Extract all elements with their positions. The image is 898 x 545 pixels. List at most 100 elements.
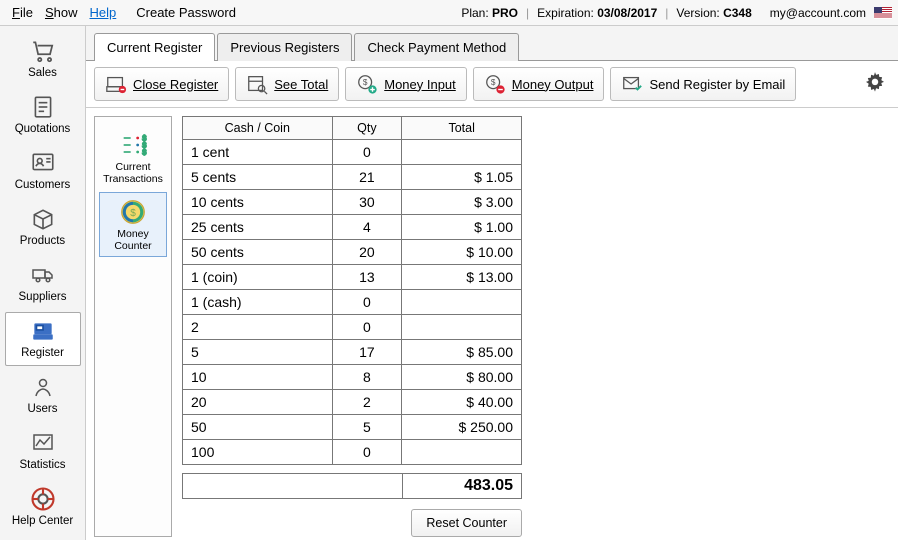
cash-qty[interactable]: 0 bbox=[332, 290, 402, 315]
cash-total: $ 13.00 bbox=[402, 265, 522, 290]
cash-name: 1 cent bbox=[183, 140, 333, 165]
cash-total: $ 10.00 bbox=[402, 240, 522, 265]
toolbar: Close Register See Total $ Money Input $… bbox=[86, 61, 898, 108]
nav-statistics[interactable]: Statistics bbox=[5, 424, 81, 478]
register-close-icon bbox=[105, 73, 127, 95]
svg-text:$: $ bbox=[142, 149, 146, 156]
svg-text:$: $ bbox=[130, 208, 136, 219]
document-icon bbox=[26, 93, 60, 121]
table-row[interactable]: 1 (coin)13$ 13.00 bbox=[183, 265, 522, 290]
cash-total: $ 1.05 bbox=[402, 165, 522, 190]
cash-qty[interactable]: 5 bbox=[332, 415, 402, 440]
svg-text:$: $ bbox=[142, 135, 146, 142]
register-icon bbox=[26, 317, 60, 345]
menu-show[interactable]: Show bbox=[39, 3, 84, 22]
col-qty[interactable]: Qty bbox=[332, 117, 402, 140]
chart-icon bbox=[26, 429, 60, 457]
cash-qty[interactable]: 2 bbox=[332, 390, 402, 415]
tab-check-payment-method[interactable]: Check Payment Method bbox=[354, 33, 519, 61]
nav-register[interactable]: Register bbox=[5, 312, 81, 366]
money-output-button[interactable]: $ Money Output bbox=[473, 67, 605, 101]
reset-counter-button[interactable]: Reset Counter bbox=[411, 509, 522, 537]
table-row[interactable]: 1000 bbox=[183, 440, 522, 465]
nav-customers[interactable]: Customers bbox=[5, 144, 81, 198]
cash-qty[interactable]: 13 bbox=[332, 265, 402, 290]
table-row[interactable]: 50 cents20$ 10.00 bbox=[183, 240, 522, 265]
menu-file[interactable]: File bbox=[6, 3, 39, 22]
nav-help-center[interactable]: Help Center bbox=[5, 480, 81, 534]
expiration-label: Expiration: 03/08/2017 bbox=[537, 6, 657, 20]
cash-name: 10 bbox=[183, 365, 333, 390]
nav-sales[interactable]: Sales bbox=[5, 32, 81, 86]
nav-users[interactable]: Users bbox=[5, 368, 81, 422]
nav-quotations[interactable]: Quotations bbox=[5, 88, 81, 142]
money-counter-icon: $ bbox=[114, 197, 152, 227]
mail-check-icon bbox=[621, 73, 643, 95]
menu-help[interactable]: Help bbox=[84, 3, 123, 22]
money-counter-table: Cash / Coin Qty Total 1 cent05 cents21$ … bbox=[182, 116, 522, 465]
cash-qty[interactable]: 30 bbox=[332, 190, 402, 215]
cash-total bbox=[402, 140, 522, 165]
table-row[interactable]: 1 (cash)0 bbox=[183, 290, 522, 315]
money-plus-icon: $ bbox=[356, 73, 378, 95]
plan-label: Plan: PRO bbox=[461, 6, 518, 20]
table-row[interactable]: 20 bbox=[183, 315, 522, 340]
cash-total: $ 40.00 bbox=[402, 390, 522, 415]
table-row[interactable]: 505$ 250.00 bbox=[183, 415, 522, 440]
tab-bar: Current Register Previous Registers Chec… bbox=[86, 26, 898, 61]
cash-qty[interactable]: 8 bbox=[332, 365, 402, 390]
side-nav: Sales Quotations Customers Products Supp… bbox=[0, 26, 86, 540]
cash-qty[interactable]: 17 bbox=[332, 340, 402, 365]
table-row[interactable]: 108$ 80.00 bbox=[183, 365, 522, 390]
money-input-button[interactable]: $ Money Input bbox=[345, 67, 467, 101]
cash-name: 5 cents bbox=[183, 165, 333, 190]
table-row[interactable]: 5 cents21$ 1.05 bbox=[183, 165, 522, 190]
transactions-icon: $$$ bbox=[114, 130, 152, 160]
close-register-button[interactable]: Close Register bbox=[94, 67, 229, 101]
cash-qty[interactable]: 20 bbox=[332, 240, 402, 265]
cash-qty[interactable]: 4 bbox=[332, 215, 402, 240]
cash-name: 50 cents bbox=[183, 240, 333, 265]
cash-name: 50 bbox=[183, 415, 333, 440]
account-email[interactable]: my@account.com bbox=[770, 6, 866, 20]
nav-products[interactable]: Products bbox=[5, 200, 81, 254]
nav-suppliers[interactable]: Suppliers bbox=[5, 256, 81, 310]
subnav-money-counter[interactable]: $ Money Counter bbox=[99, 192, 167, 257]
send-register-email-button[interactable]: Send Register by Email bbox=[610, 67, 796, 101]
cash-total bbox=[402, 290, 522, 315]
table-row[interactable]: 10 cents30$ 3.00 bbox=[183, 190, 522, 215]
see-total-button[interactable]: See Total bbox=[235, 67, 339, 101]
table-row[interactable]: 517$ 85.00 bbox=[183, 340, 522, 365]
cash-qty[interactable]: 0 bbox=[332, 315, 402, 340]
cash-name: 1 (coin) bbox=[183, 265, 333, 290]
svg-text:$: $ bbox=[142, 142, 146, 149]
table-row[interactable]: 25 cents4$ 1.00 bbox=[183, 215, 522, 240]
user-icon bbox=[26, 373, 60, 401]
table-row[interactable]: 1 cent0 bbox=[183, 140, 522, 165]
register-subnav: $$$ Current Transactions $ Money Counter bbox=[94, 116, 172, 537]
col-cash[interactable]: Cash / Coin bbox=[183, 117, 333, 140]
cash-qty[interactable]: 0 bbox=[332, 440, 402, 465]
subnav-current-transactions[interactable]: $$$ Current Transactions bbox=[99, 125, 167, 190]
customer-icon bbox=[26, 149, 60, 177]
cash-total: $ 80.00 bbox=[402, 365, 522, 390]
calendar-search-icon bbox=[246, 73, 268, 95]
cash-name: 25 cents bbox=[183, 215, 333, 240]
tab-current-register[interactable]: Current Register bbox=[94, 33, 215, 61]
cash-qty[interactable]: 0 bbox=[332, 140, 402, 165]
cash-name: 2 bbox=[183, 315, 333, 340]
col-total[interactable]: Total bbox=[402, 117, 522, 140]
create-password-link[interactable]: Create Password bbox=[130, 3, 242, 22]
cash-name: 100 bbox=[183, 440, 333, 465]
cash-total: $ 1.00 bbox=[402, 215, 522, 240]
truck-icon bbox=[26, 261, 60, 289]
cash-total bbox=[402, 315, 522, 340]
cash-name: 10 cents bbox=[183, 190, 333, 215]
flag-icon[interactable] bbox=[874, 7, 892, 19]
cash-qty[interactable]: 21 bbox=[332, 165, 402, 190]
settings-button[interactable] bbox=[860, 69, 890, 99]
table-row[interactable]: 202$ 40.00 bbox=[183, 390, 522, 415]
gear-icon bbox=[862, 70, 888, 99]
svg-text:$: $ bbox=[491, 78, 496, 87]
tab-previous-registers[interactable]: Previous Registers bbox=[217, 33, 352, 61]
